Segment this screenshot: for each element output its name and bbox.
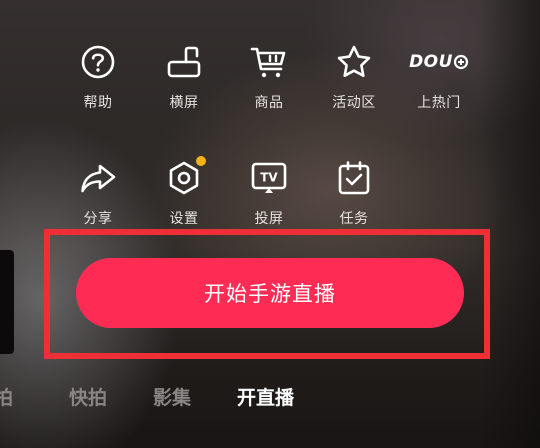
tab-quick-shot[interactable]: 快拍 [69, 383, 107, 410]
activity-zone-button[interactable]: 活动区 [314, 42, 394, 132]
landscape-button[interactable]: 横屏 [144, 42, 224, 132]
activity-zone-label: 活动区 [332, 95, 376, 111]
dou-plus-text: DOU [409, 52, 453, 72]
live-setup-panel: 帮助 横屏 商品 活动区 DOU 上热门 分享 设置 TV 投屏 任务 开始手游… [0, 0, 540, 448]
dou-plus-icon: DOU [409, 42, 469, 82]
products-button[interactable]: 商品 [229, 42, 309, 132]
shopping-cart-icon [249, 42, 289, 82]
share-icon [78, 158, 118, 198]
tasks-label: 任务 [339, 211, 369, 227]
landscape-rotate-icon [164, 42, 204, 82]
background-shadow [0, 250, 14, 354]
share-label: 分享 [83, 211, 113, 227]
promote-button[interactable]: DOU 上热门 [399, 42, 479, 132]
products-label: 商品 [254, 95, 284, 111]
cast-tv-icon: TV [249, 158, 289, 198]
help-icon [78, 42, 118, 82]
tab-photo[interactable]: 拍 [0, 383, 13, 410]
notification-dot [196, 156, 206, 166]
tab-album[interactable]: 影集 [153, 383, 191, 410]
help-button[interactable]: 帮助 [58, 42, 138, 132]
settings-hexagon-icon [164, 156, 206, 198]
settings-label: 设置 [169, 211, 199, 227]
promote-label: 上热门 [417, 95, 461, 111]
background-vignette [480, 0, 540, 448]
start-mobile-game-live-button[interactable]: 开始手游直播 [76, 258, 464, 328]
landscape-label: 横屏 [169, 95, 199, 111]
tab-go-live[interactable]: 开直播 [237, 383, 294, 410]
help-label: 帮助 [83, 95, 113, 111]
star-icon [334, 42, 374, 82]
cast-screen-label: 投屏 [254, 211, 284, 227]
cast-tv-text: TV [260, 171, 278, 185]
task-calendar-check-icon [334, 158, 374, 198]
